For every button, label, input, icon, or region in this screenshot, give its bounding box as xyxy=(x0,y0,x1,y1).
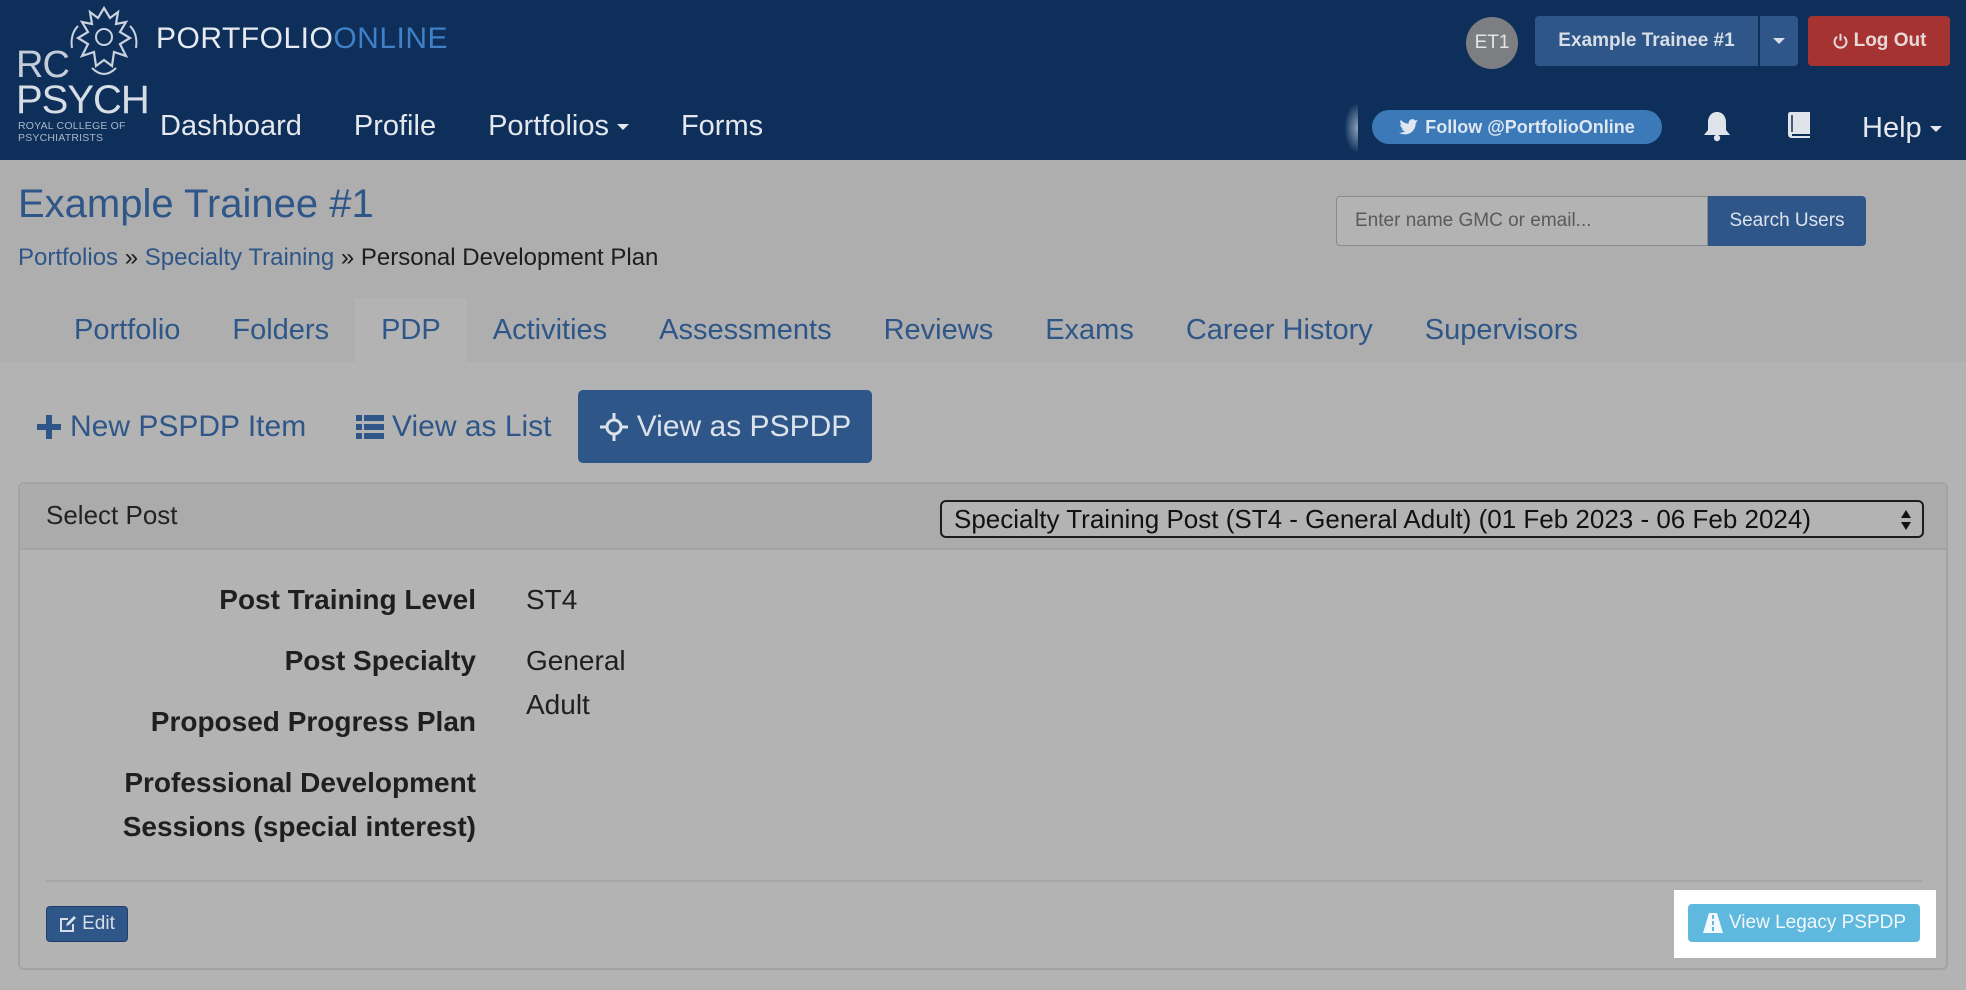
tab-supervisors[interactable]: Supervisors xyxy=(1399,298,1604,362)
user-menu-button[interactable]: Example Trainee #1 xyxy=(1535,16,1758,66)
pd-sessions-label-line1: Professional Development xyxy=(124,767,476,798)
new-pspdp-item-label: New PSPDP Item xyxy=(70,409,307,443)
view-as-pspdp-label: View as PSPDP xyxy=(636,409,852,443)
nav-forms[interactable]: Forms xyxy=(681,104,763,148)
brand-part1: PORTFOLIO xyxy=(156,22,334,55)
post-select[interactable]: Specialty Training Post (ST4 - General A… xyxy=(940,500,1924,538)
crosshair-icon xyxy=(599,412,628,441)
tab-pdp[interactable]: PDP xyxy=(355,298,467,362)
post-specialty-label: Post Specialty xyxy=(284,645,476,676)
training-level-label: Post Training Level xyxy=(219,584,476,615)
tab-exams[interactable]: Exams xyxy=(1019,298,1160,362)
edit-icon xyxy=(60,916,77,932)
help-label: Help xyxy=(1862,112,1922,144)
power-icon xyxy=(1833,33,1848,49)
help-menu[interactable]: Help xyxy=(1862,106,1942,150)
brand-name[interactable]: PORTFOLIOONLINE xyxy=(156,22,448,56)
training-level-value: ST4 xyxy=(526,584,578,615)
breadcrumb-separator: » xyxy=(340,244,355,271)
view-legacy-pspdp-button[interactable]: View Legacy PSPDP xyxy=(1688,904,1920,942)
portfolio-tabs: Portfolio Folders PDP Activities Assessm… xyxy=(48,298,1604,362)
chevron-down-icon xyxy=(616,124,629,131)
main-nav: Dashboard Profile Portfolios Forms xyxy=(160,104,815,148)
tab-assessments[interactable]: Assessments xyxy=(633,298,857,362)
tab-folders[interactable]: Folders xyxy=(206,298,355,362)
nav-portfolios-label: Portfolios xyxy=(488,110,609,142)
view-as-pspdp-button[interactable]: View as PSPDP xyxy=(578,390,872,463)
new-pspdp-item-button[interactable]: New PSPDP Item xyxy=(36,390,306,463)
breadcrumb: Portfolios » Specialty Training » Person… xyxy=(18,244,658,272)
page-header: Example Trainee #1 Portfolios » Specialt… xyxy=(0,160,1966,362)
tab-career-history[interactable]: Career History xyxy=(1160,298,1399,362)
select-post-label: Select Post xyxy=(46,500,178,530)
breadcrumb-specialty-training[interactable]: Specialty Training xyxy=(145,244,334,271)
search-users-button[interactable]: Search Users xyxy=(1708,196,1866,246)
notifications-bell-icon[interactable] xyxy=(1702,110,1732,147)
plus-icon xyxy=(37,414,61,439)
pd-sessions-label: Professional Development Sessions (speci… xyxy=(20,761,476,849)
chevron-down-icon xyxy=(1773,38,1785,44)
post-select-value: Specialty Training Post (ST4 - General A… xyxy=(954,504,1812,534)
nav-dashboard[interactable]: Dashboard xyxy=(160,104,302,148)
select-arrows-icon xyxy=(1901,510,1911,530)
brand-part2: ONLINE xyxy=(333,22,449,55)
list-icon xyxy=(356,414,384,439)
pd-sessions-label-line2: Sessions (special interest) xyxy=(122,811,476,842)
edit-button[interactable]: Edit xyxy=(46,906,128,942)
twitter-icon xyxy=(1399,118,1419,134)
edit-label: Edit xyxy=(82,913,115,934)
logo-subtitle-line1: ROYAL COLLEGE OF xyxy=(18,120,126,132)
twitter-follow-label: Follow @PortfolioOnline xyxy=(1425,116,1635,137)
view-as-list-button[interactable]: View as List xyxy=(356,390,552,463)
progress-plan-label: Proposed Progress Plan xyxy=(150,706,476,737)
rcpsych-logo[interactable]: RC PSYCH ROYAL COLLEGE OF PSYCHIATRISTS xyxy=(14,4,150,144)
panel-divider xyxy=(46,880,1922,882)
breadcrumb-separator: » xyxy=(124,244,139,271)
view-legacy-pspdp-label: View Legacy PSPDP xyxy=(1728,912,1907,933)
logo-psych-text: PSYCH xyxy=(16,78,150,122)
nav-divider xyxy=(1344,102,1358,154)
logo-subtitle: ROYAL COLLEGE OF PSYCHIATRISTS xyxy=(18,120,126,144)
nav-portfolios[interactable]: Portfolios xyxy=(488,104,629,148)
logo-subtitle-line2: PSYCHIATRISTS xyxy=(18,132,104,144)
tab-activities[interactable]: Activities xyxy=(467,298,633,362)
pdp-panel: Select Post Specialty Training Post (ST4… xyxy=(18,482,1948,970)
legacy-highlight: View Legacy PSPDP xyxy=(1674,890,1936,958)
user-menu-toggle[interactable] xyxy=(1760,16,1798,66)
search-users-input[interactable] xyxy=(1336,196,1708,246)
panel-heading: Select Post Specialty Training Post (ST4… xyxy=(20,484,1946,550)
logout-button[interactable]: Log Out xyxy=(1808,16,1950,66)
crest-icon xyxy=(70,5,138,75)
book-icon[interactable] xyxy=(1784,110,1814,147)
top-navbar: RC PSYCH ROYAL COLLEGE OF PSYCHIATRISTS … xyxy=(0,0,1966,160)
post-specialty-value: General Adult xyxy=(526,645,626,720)
breadcrumb-current: Personal Development Plan xyxy=(360,244,659,271)
breadcrumb-portfolios[interactable]: Portfolios xyxy=(18,244,118,271)
tab-reviews[interactable]: Reviews xyxy=(858,298,1020,362)
view-as-list-label: View as List xyxy=(392,409,552,443)
page-title: Example Trainee #1 xyxy=(18,182,374,226)
nav-profile[interactable]: Profile xyxy=(354,104,436,148)
tab-portfolio[interactable]: Portfolio xyxy=(48,298,206,362)
road-icon xyxy=(1702,913,1723,933)
avatar[interactable]: ET1 xyxy=(1466,17,1518,69)
logout-label: Log Out xyxy=(1853,30,1927,51)
chevron-down-icon xyxy=(1929,126,1942,133)
twitter-follow-button[interactable]: Follow @PortfolioOnline xyxy=(1372,110,1662,144)
